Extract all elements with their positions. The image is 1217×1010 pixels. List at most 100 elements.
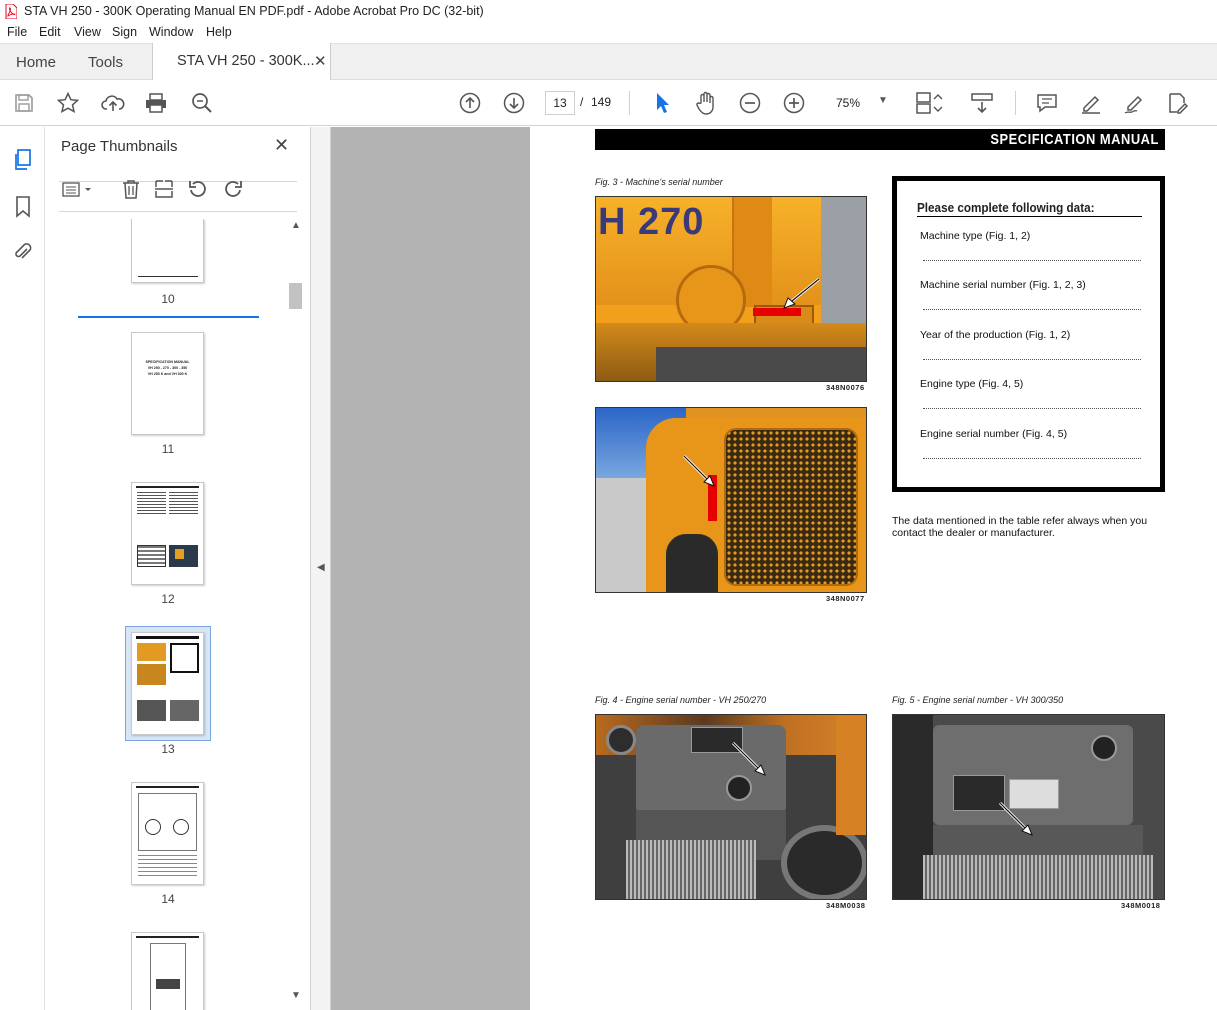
fig5-photo — [892, 714, 1165, 900]
close-tab-icon[interactable]: ✕ — [314, 52, 327, 70]
menu-bar: File Edit View Sign Window Help — [0, 23, 1217, 43]
comment-icon[interactable] — [1034, 91, 1060, 115]
next-page-icon[interactable] — [501, 91, 527, 115]
collapse-panel-icon[interactable]: ◀ — [317, 562, 325, 573]
form-field-line[interactable] — [923, 458, 1141, 459]
thumbnail-page-12[interactable] — [131, 482, 204, 585]
document-viewport[interactable]: SPECIFICATION MANUAL Fig. 3 - Machine's … — [331, 127, 1217, 1010]
menu-file[interactable]: File — [7, 25, 27, 39]
zoom-in-icon[interactable] — [781, 91, 807, 115]
page-thumbnails-icon[interactable] — [11, 147, 35, 173]
page-total: 149 — [591, 95, 612, 109]
thumbnail-page-number: 12 — [161, 592, 175, 606]
form-field-label: Engine type (Fig. 4, 5) — [920, 378, 1024, 390]
fig5-caption: Fig. 5 - Engine serial number - VH 300/3… — [892, 695, 1064, 705]
attachment-icon[interactable] — [11, 239, 35, 265]
page-number-input[interactable]: 13 — [545, 91, 575, 115]
extract-pages-icon[interactable] — [152, 177, 176, 201]
menu-edit[interactable]: Edit — [39, 25, 61, 39]
tab-document[interactable]: STA VH 250 - 300K... ✕ — [152, 43, 331, 81]
sign-pen-icon[interactable] — [1121, 91, 1147, 115]
arrow-icon — [731, 741, 766, 776]
fig3-photo-text: H 270 — [598, 201, 705, 243]
main-toolbar: 13 / 149 75% ▼ — [0, 80, 1217, 126]
window-title: STA VH 250 - 300K Operating Manual EN PD… — [24, 4, 484, 18]
rotate-clockwise-icon[interactable] — [221, 177, 245, 201]
form-note: The data mentioned in the table refer al… — [892, 515, 1148, 539]
menu-window[interactable]: Window — [149, 25, 193, 39]
thumbnail-page-number: 11 — [161, 442, 175, 456]
panel-title: Page Thumbnails — [61, 138, 178, 155]
thumbnail-page-11[interactable]: SPECIFICATION MANUAL VH 250 - 270 - 300 … — [131, 332, 204, 435]
scroll-mode-icon[interactable] — [968, 91, 996, 115]
form-title: Please complete following data: — [917, 200, 1095, 215]
arrow-icon — [998, 801, 1033, 836]
fig3-caption: Fig. 3 - Machine's serial number — [595, 177, 723, 187]
page-view-icon[interactable] — [914, 91, 948, 115]
fig5-code: 348M0018 — [1121, 901, 1161, 910]
pdf-app-icon — [5, 4, 17, 19]
edit-pdf-icon[interactable] — [1165, 91, 1191, 115]
title-bar: STA VH 250 - 300K Operating Manual EN PD… — [0, 0, 1217, 23]
form-field-line[interactable] — [923, 359, 1141, 360]
zoom-out-icon[interactable] — [737, 91, 763, 115]
delete-icon[interactable] — [119, 177, 143, 201]
thumbnail-text: SPECIFICATION MANUAL VH 250 - 270 - 300 … — [145, 360, 190, 376]
fig4-caption: Fig. 4 - Engine serial number - VH 250/2… — [595, 695, 767, 705]
tab-document-label: STA VH 250 - 300K... — [177, 53, 315, 69]
zoom-dropdown[interactable]: 75% ▼ — [826, 91, 894, 115]
thumbnail-page-14[interactable] — [131, 782, 204, 885]
tab-home[interactable]: Home — [16, 54, 56, 71]
star-icon[interactable] — [56, 91, 80, 115]
arrow-icon — [783, 277, 820, 309]
select-cursor-icon[interactable] — [650, 91, 674, 115]
menu-view[interactable]: View — [74, 25, 101, 39]
scrollbar-thumb[interactable] — [289, 283, 302, 309]
page-header-bar: SPECIFICATION MANUAL — [595, 129, 1165, 150]
data-form-box: Please complete following data: Machine … — [892, 176, 1165, 492]
thumbnail-page-number: 10 — [161, 292, 175, 306]
arrow-icon — [682, 454, 715, 487]
chevron-down-icon: ▼ — [878, 95, 888, 106]
close-panel-icon[interactable]: ✕ — [274, 135, 289, 156]
form-field-label: Year of the production (Fig. 1, 2) — [920, 329, 1071, 341]
cloud-upload-icon[interactable] — [100, 91, 126, 115]
options-menu-icon[interactable] — [60, 179, 96, 201]
thumbnails-panel: Page Thumbnails ✕ 10 SPECIFICATION MANUA… — [46, 127, 311, 1010]
thumbnail-page-13[interactable] — [131, 632, 204, 735]
scroll-down-icon[interactable]: ▼ — [291, 990, 301, 1001]
scroll-up-icon[interactable]: ▲ — [291, 220, 301, 231]
form-field-label: Engine serial number (Fig. 4, 5) — [920, 428, 1068, 440]
form-field-line[interactable] — [923, 309, 1141, 310]
fig3a-photo: H 270 — [595, 196, 867, 382]
thumbnail-page-10[interactable] — [131, 219, 204, 283]
fig3a-code: 348N0076 — [826, 383, 865, 392]
form-field-line[interactable] — [923, 408, 1141, 409]
drop-indicator — [78, 316, 259, 318]
thumbnails-scrollbar[interactable]: ▲ ▼ — [288, 219, 304, 1010]
thumbnail-page-15[interactable] — [131, 932, 204, 1010]
form-field-label: Machine type (Fig. 1, 2) — [920, 230, 1031, 242]
bookmark-icon[interactable] — [11, 194, 35, 220]
form-field-line[interactable] — [923, 260, 1141, 261]
thumbnail-page-number: 13 — [161, 742, 175, 756]
fig4-photo — [595, 714, 867, 900]
print-icon[interactable] — [143, 91, 169, 115]
menu-sign[interactable]: Sign — [112, 25, 137, 39]
zoom-search-icon[interactable] — [189, 91, 215, 115]
form-field-label: Machine serial number (Fig. 1, 2, 3) — [920, 279, 1086, 291]
panel-divider — [59, 211, 297, 212]
toolbar-divider — [1015, 91, 1016, 115]
rotate-counterclockwise-icon[interactable] — [186, 177, 210, 201]
previous-page-icon[interactable] — [457, 91, 483, 115]
form-title-underline — [917, 216, 1142, 217]
fig3b-photo — [595, 407, 867, 593]
panel-splitter[interactable]: ◀ — [311, 127, 331, 1010]
hand-tool-icon[interactable] — [693, 91, 719, 115]
toolbar-divider — [629, 91, 630, 115]
menu-help[interactable]: Help — [206, 25, 232, 39]
zoom-value: 75% — [836, 96, 861, 110]
save-icon[interactable] — [12, 91, 36, 115]
tab-tools[interactable]: Tools — [88, 54, 123, 71]
highlight-pen-icon[interactable] — [1078, 91, 1104, 115]
